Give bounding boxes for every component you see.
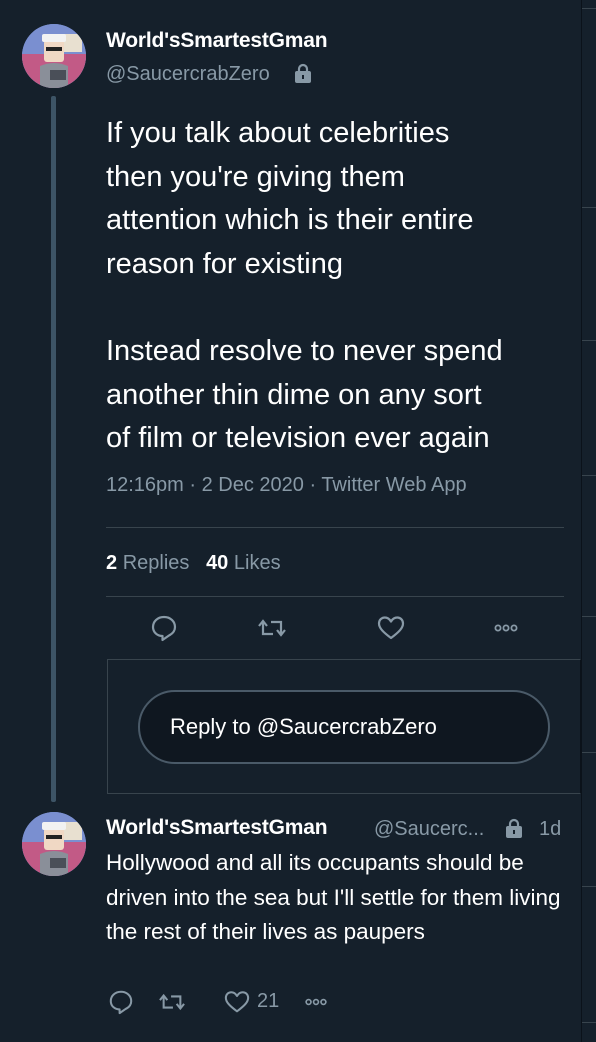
display-name[interactable]: World'sSmartestGman <box>106 29 328 53</box>
tweet-stats: 2 Replies 40 Likes <box>106 552 281 575</box>
edge-divider <box>582 8 596 9</box>
avatar[interactable] <box>22 24 86 88</box>
like-count[interactable]: 21 <box>257 990 279 1013</box>
user-handle[interactable]: @SaucercrabZero <box>106 63 270 86</box>
display-name[interactable]: World'sSmartestGman <box>106 816 328 840</box>
user-handle[interactable]: @Saucerc... <box>374 818 484 841</box>
edge-divider <box>582 207 596 208</box>
retweet-icon[interactable] <box>159 989 185 1015</box>
reply-icon[interactable] <box>108 989 134 1015</box>
edge-divider <box>582 752 596 753</box>
tweet-text: If you talk about celebrities then you'r… <box>106 117 503 455</box>
retweet-icon[interactable] <box>258 614 286 642</box>
avatar[interactable] <box>22 812 86 876</box>
replies-count[interactable]: 2 <box>106 552 117 574</box>
edge-divider <box>582 475 596 476</box>
heart-icon[interactable] <box>377 614 405 642</box>
more-icon[interactable] <box>303 989 329 1015</box>
reply-text: Hollywood and all its occupants should b… <box>106 850 561 944</box>
heart-icon[interactable] <box>224 989 250 1015</box>
edge-divider <box>582 616 596 617</box>
divider <box>106 596 564 597</box>
reply-button[interactable]: Reply to @SaucercrabZero <box>138 690 550 764</box>
likes-count[interactable]: 40 <box>206 552 228 574</box>
more-icon[interactable] <box>492 614 520 642</box>
twitter-thread-view: World'sSmartestGman @SaucercrabZero If y… <box>0 0 596 1042</box>
likes-label[interactable]: Likes <box>234 552 281 574</box>
tweet-time[interactable]: 1d <box>539 818 561 841</box>
edge-divider <box>582 1022 596 1023</box>
lock-icon <box>295 63 311 83</box>
edge-divider <box>582 886 596 887</box>
divider <box>106 527 564 528</box>
reply-icon[interactable] <box>150 614 178 642</box>
edge-divider <box>582 340 596 341</box>
replies-label[interactable]: Replies <box>123 552 190 574</box>
lock-icon <box>506 818 522 838</box>
tweet-timestamp[interactable]: 12:16pm · 2 Dec 2020 · Twitter Web App <box>106 474 467 497</box>
thread-line <box>51 96 56 802</box>
